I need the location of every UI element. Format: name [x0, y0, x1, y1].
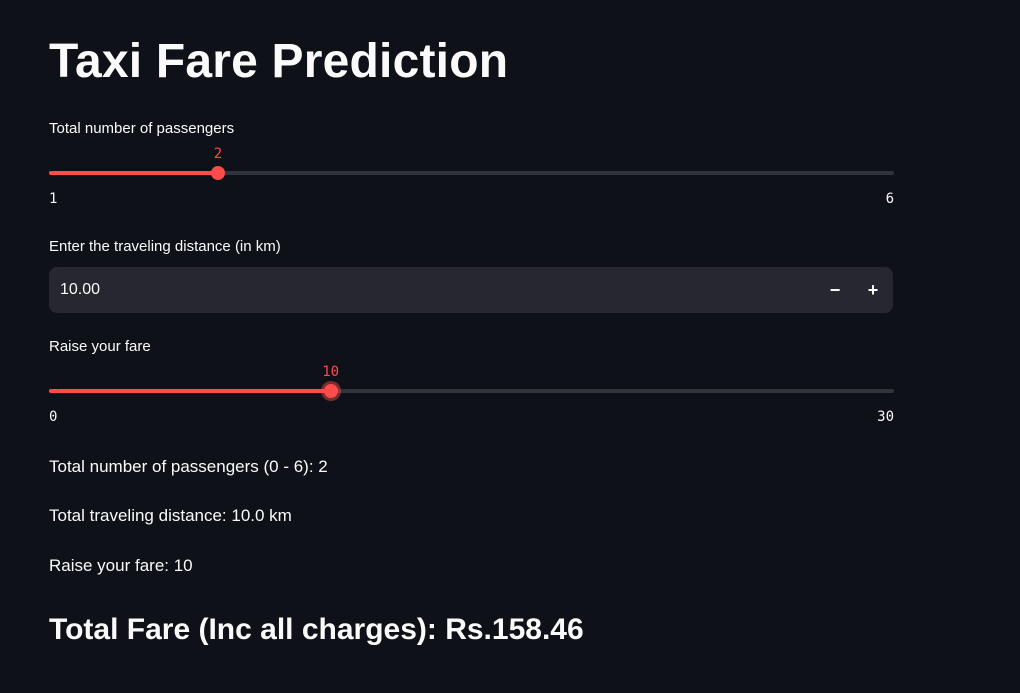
distance-number-input: − +	[49, 267, 893, 313]
passengers-slider-thumb[interactable]	[211, 166, 225, 180]
passengers-slider-label: Total number of passengers	[49, 120, 235, 137]
total-fare: Total Fare (Inc all charges): Rs.158.46	[49, 613, 584, 646]
distance-input[interactable]	[49, 267, 809, 313]
passengers-slider-max: 6	[885, 191, 894, 207]
fare-slider[interactable]: 10 0 30	[49, 364, 894, 425]
increment-button[interactable]: +	[858, 275, 888, 305]
fare-slider-value: 10	[322, 364, 340, 380]
fare-slider-track[interactable]	[49, 389, 894, 393]
fare-slider-max: 30	[877, 409, 894, 425]
passengers-summary: Total number of passengers (0 - 6): 2	[49, 457, 328, 476]
fare-slider-thumb[interactable]	[323, 384, 338, 398]
fare-raise-summary: Raise your fare: 10	[49, 556, 193, 575]
passengers-slider[interactable]: 2 1 6	[49, 146, 894, 207]
distance-input-label: Enter the traveling distance (in km)	[49, 238, 281, 255]
distance-summary: Total traveling distance: 10.0 km	[49, 506, 292, 525]
fare-slider-fill	[49, 389, 331, 393]
fare-slider-min: 0	[49, 409, 58, 425]
passengers-slider-fill	[49, 171, 218, 175]
passengers-slider-value: 2	[213, 146, 223, 162]
page-title: Taxi Fare Prediction	[49, 35, 509, 88]
decrement-button[interactable]: −	[820, 275, 850, 305]
fare-slider-label: Raise your fare	[49, 338, 151, 355]
passengers-slider-track[interactable]	[49, 171, 894, 175]
passengers-slider-min: 1	[49, 191, 58, 207]
